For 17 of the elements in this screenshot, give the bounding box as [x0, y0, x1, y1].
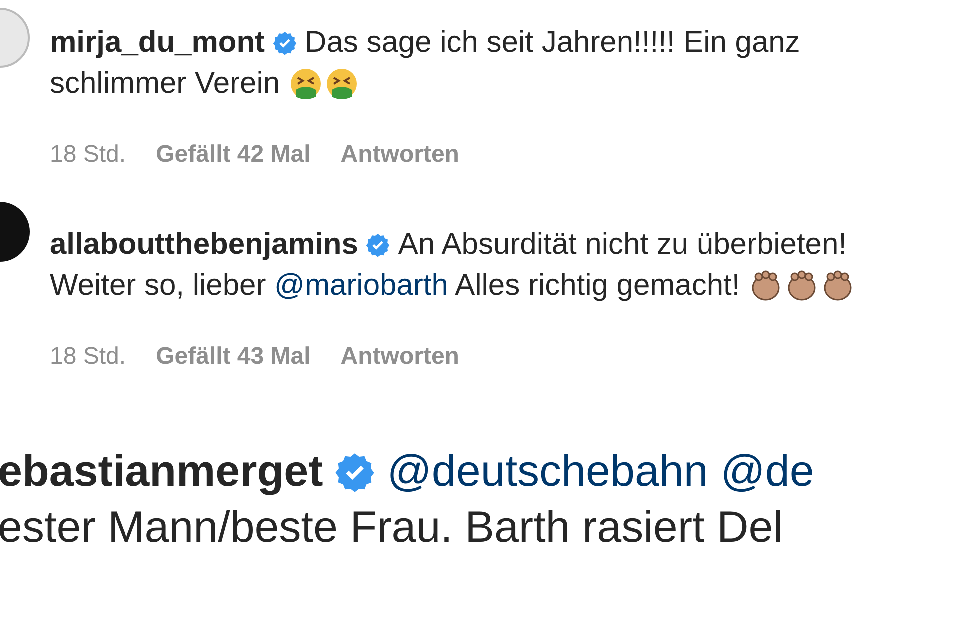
clapping-hands-icon: [822, 270, 854, 302]
comment-text: schlimmer Verein: [50, 66, 280, 102]
vomiting-face-icon: [326, 68, 358, 100]
clapping-hands-icon: [750, 270, 782, 302]
username-link[interactable]: allaboutthebenjamins: [50, 224, 358, 265]
username-link[interactable]: mirja_du_mont: [50, 22, 266, 63]
comment-text: Weiter so, lieber: [50, 268, 268, 304]
comment-text: Alles richtig gemacht!: [454, 268, 740, 304]
comment-text: Das sage ich seit Jahren!!!!! Ein ganz: [305, 25, 800, 61]
timestamp: 18 Std.: [50, 140, 126, 170]
mention-link[interactable]: @deutschebahn: [387, 444, 708, 500]
mention-link[interactable]: @de: [720, 444, 814, 500]
clapping-hands-icon: [786, 270, 818, 302]
mention-link[interactable]: @mariobarth: [274, 265, 448, 306]
comment-text: An Absurdität nicht zu überbieten!: [398, 227, 848, 263]
timestamp: 18 Std.: [50, 342, 126, 372]
vomiting-face-icon: [290, 68, 322, 100]
